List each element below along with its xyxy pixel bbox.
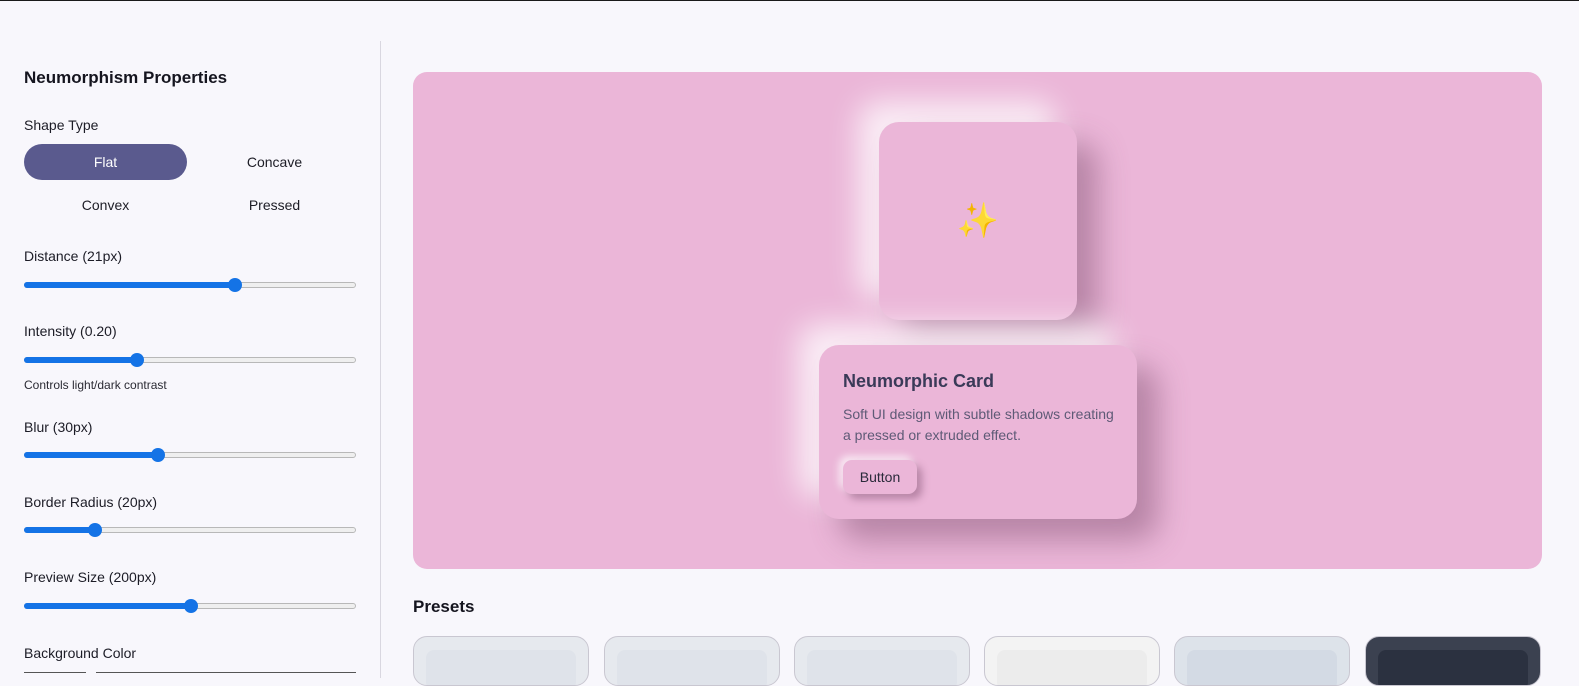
slider-fill (24, 452, 158, 458)
preset-tile[interactable] (413, 636, 589, 686)
preview-size-slider[interactable] (24, 599, 356, 615)
distance-slider[interactable] (24, 278, 356, 294)
shape-concave-button[interactable]: Concave (193, 144, 356, 180)
preset-tile[interactable] (1365, 636, 1541, 686)
preset-tile[interactable] (604, 636, 780, 686)
properties-sidebar: Neumorphism Properties Shape Type Flat C… (0, 41, 381, 678)
neumorphic-shape-preview: ✨ (879, 122, 1077, 320)
window-top-border (0, 0, 1579, 1)
border-radius-label: Border Radius (20px) (24, 494, 158, 510)
card-button[interactable]: Button (843, 460, 917, 494)
background-color-inputs (24, 672, 356, 678)
shape-pressed-button[interactable]: Pressed (193, 187, 356, 223)
slider-thumb[interactable] (151, 448, 165, 462)
neumorphic-card: Neumorphic Card Soft UI design with subt… (819, 345, 1137, 519)
preview-area: ✨ Neumorphic Card Soft UI design with su… (413, 72, 1542, 569)
slider-fill (24, 282, 235, 288)
preset-tile[interactable] (1174, 636, 1350, 686)
slider-fill (24, 603, 191, 609)
blur-slider[interactable] (24, 448, 356, 464)
preset-tile-inner (997, 650, 1147, 685)
background-color-label: Background Color (24, 645, 137, 661)
blur-label: Blur (30px) (24, 419, 93, 435)
slider-fill (24, 357, 137, 363)
slider-thumb[interactable] (184, 599, 198, 613)
slider-thumb[interactable] (88, 523, 102, 537)
slider-fill (24, 527, 95, 533)
distance-label: Distance (21px) (24, 248, 123, 264)
preset-tile[interactable] (984, 636, 1160, 686)
preset-tile-inner (807, 650, 957, 685)
shape-flat-button[interactable]: Flat (24, 144, 187, 180)
shape-type-label: Shape Type (24, 117, 99, 133)
intensity-hint: Controls light/dark contrast (24, 378, 167, 392)
presets-title: Presets (413, 597, 475, 616)
intensity-label: Intensity (0.20) (24, 323, 117, 339)
shape-convex-button[interactable]: Convex (24, 187, 187, 223)
sparkles-icon: ✨ (956, 202, 1000, 240)
intensity-slider[interactable] (24, 353, 356, 369)
preset-tile-inner (1378, 650, 1528, 685)
preset-tile-inner (617, 650, 767, 685)
preview-size-label: Preview Size (200px) (24, 569, 157, 585)
slider-thumb[interactable] (228, 278, 242, 292)
card-description: Soft UI design with subtle shadows creat… (843, 406, 1114, 443)
slider-thumb[interactable] (130, 353, 144, 367)
card-title: Neumorphic Card (843, 371, 995, 391)
preset-tile-inner (1187, 650, 1337, 685)
preset-tile-inner (426, 650, 576, 685)
panel-title: Neumorphism Properties (24, 68, 228, 87)
border-radius-slider[interactable] (24, 523, 356, 539)
preset-tile[interactable] (794, 636, 970, 686)
